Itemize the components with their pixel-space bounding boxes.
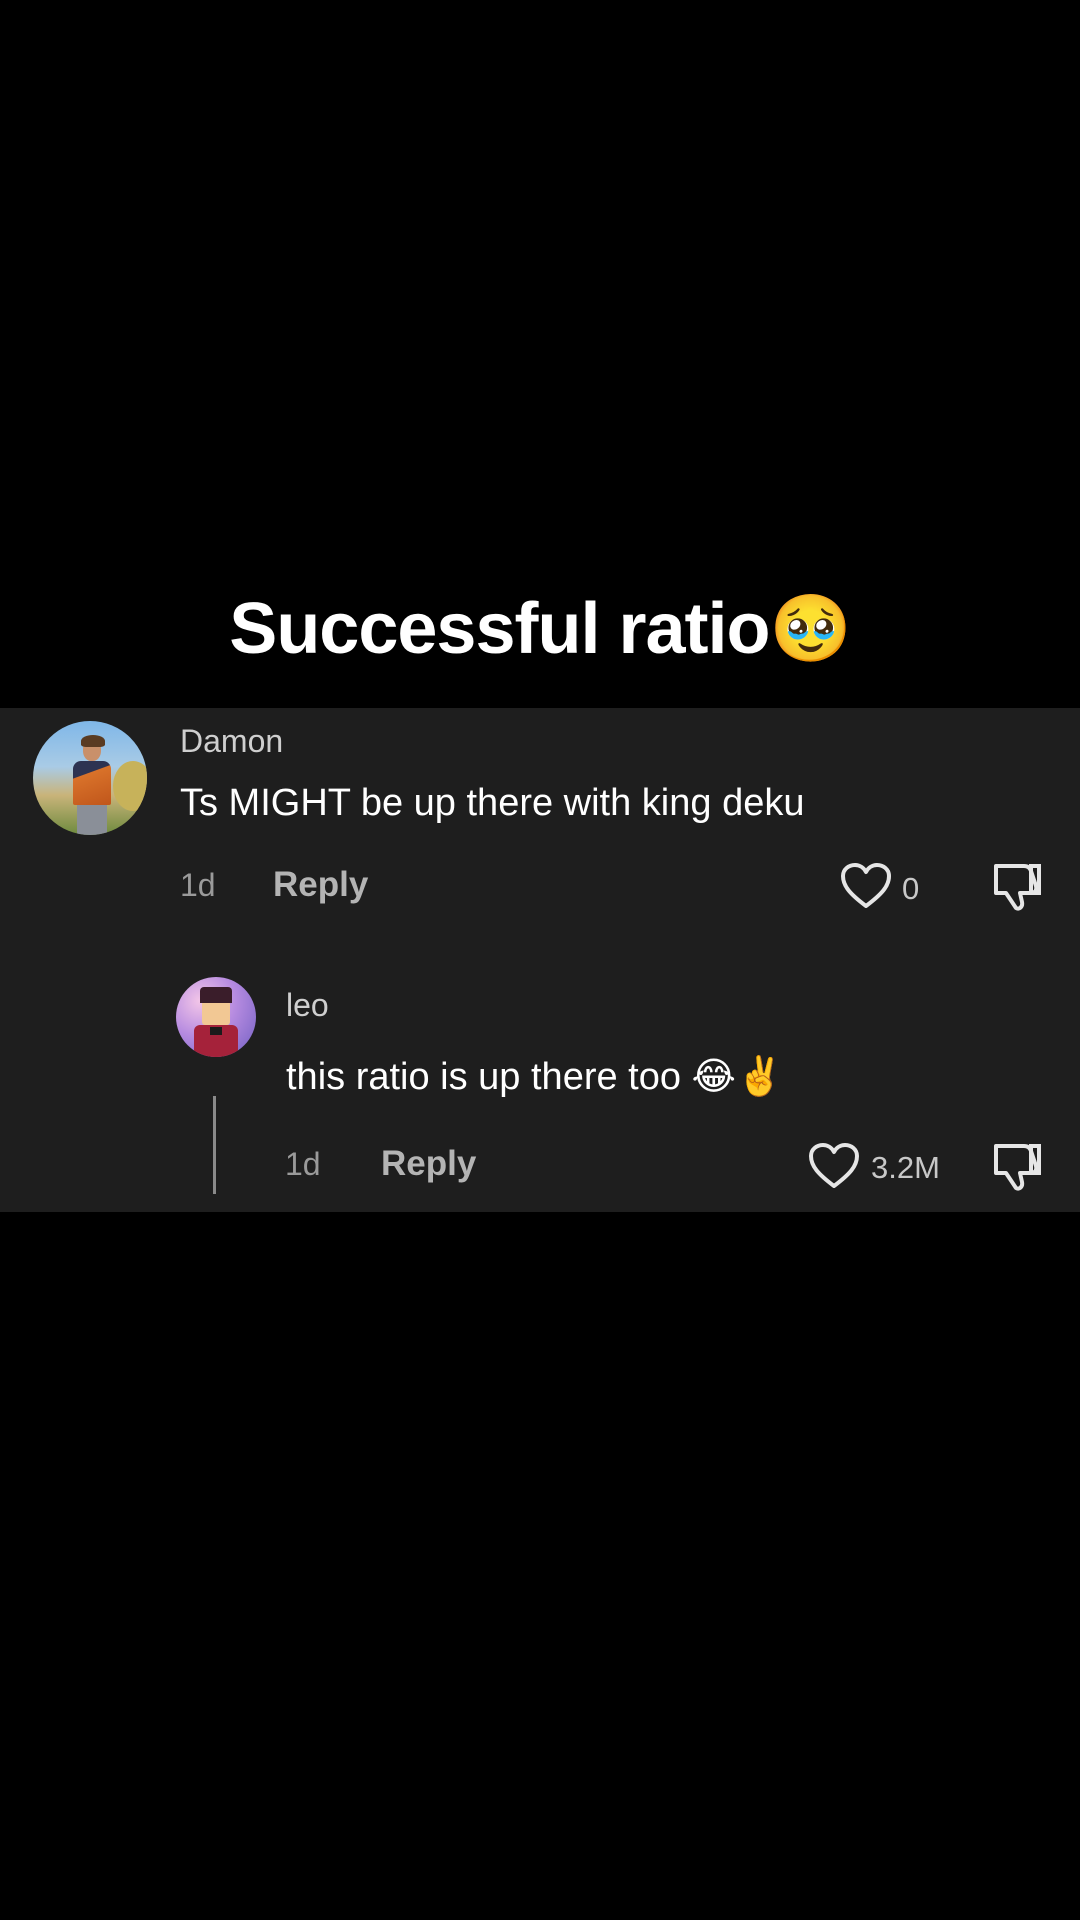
heart-icon[interactable] xyxy=(840,862,892,910)
thumbs-down-icon[interactable] xyxy=(990,1140,1044,1194)
comment-panel: Damon Ts MIGHT be up there with king dek… xyxy=(0,708,1080,1212)
thread-line xyxy=(213,1096,216,1194)
caption-text: Successful ratio xyxy=(229,589,770,669)
heart-icon[interactable] xyxy=(808,1142,860,1190)
comment-text: this ratio is up there too 😂✌️ xyxy=(286,1056,784,1098)
like-count: 3.2M xyxy=(871,1150,940,1185)
comment-username[interactable]: Damon xyxy=(180,723,283,760)
reply-button[interactable]: Reply xyxy=(273,865,368,905)
comment-timestamp: 1d xyxy=(180,867,216,903)
avatar-damon[interactable] xyxy=(33,721,147,835)
video-caption: Successful ratio🥹 xyxy=(0,588,1080,670)
like-count: 0 xyxy=(902,871,920,906)
comment-text: Ts MIGHT be up there with king deku xyxy=(180,782,805,824)
comment-username[interactable]: leo xyxy=(286,987,329,1024)
reply-button[interactable]: Reply xyxy=(381,1144,476,1184)
comment-timestamp: 1d xyxy=(285,1146,321,1182)
avatar-leo[interactable] xyxy=(176,977,256,1057)
caption-emoji: 🥹 xyxy=(769,591,852,665)
thumbs-down-icon[interactable] xyxy=(990,860,1044,914)
